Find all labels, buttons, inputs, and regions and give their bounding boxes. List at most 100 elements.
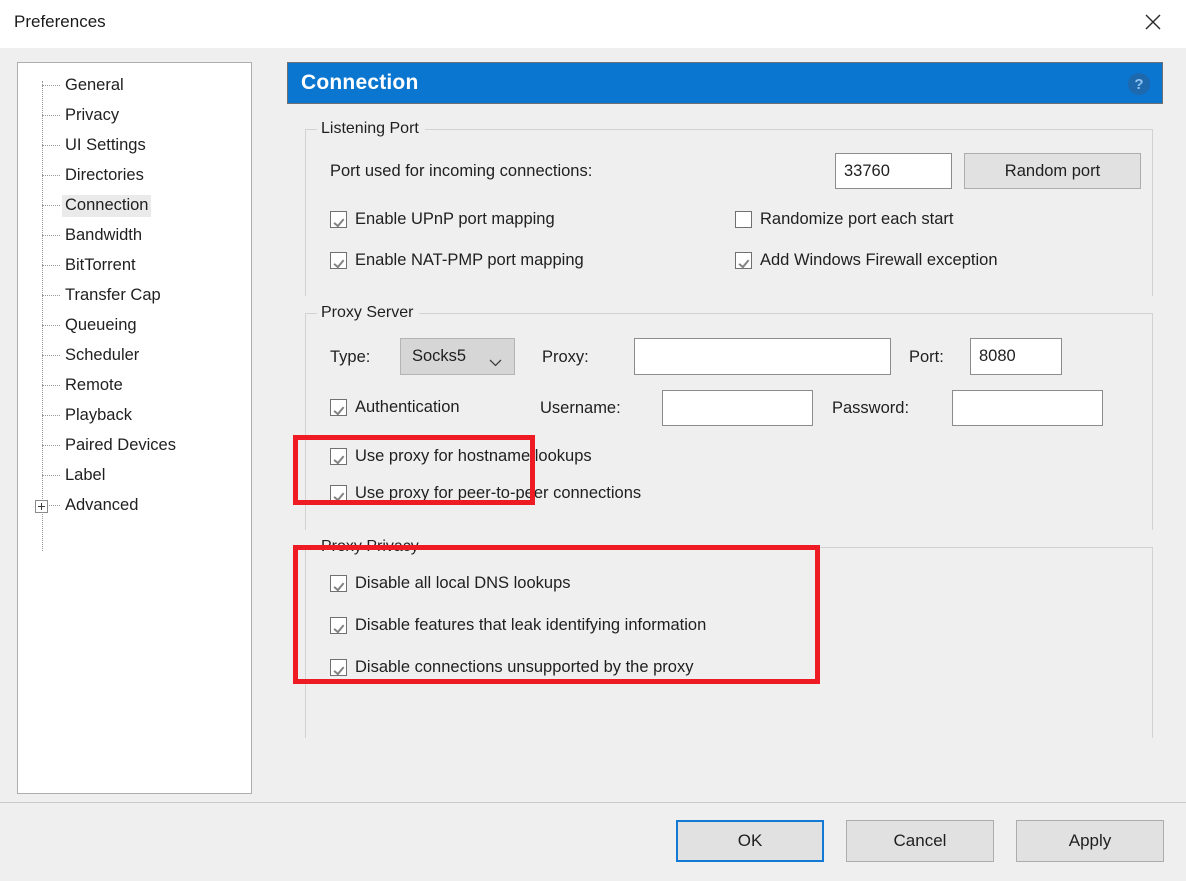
checkbox-proxy-p2p-connections[interactable]: Use proxy for peer-to-peer connections — [330, 484, 641, 503]
checkbox-box-icon — [330, 659, 347, 676]
close-button[interactable] — [1120, 0, 1186, 44]
checkbox-box-icon — [330, 399, 347, 416]
sidebar-item-bittorrent[interactable]: BitTorrent — [18, 251, 251, 281]
random-port-button[interactable]: Random port — [964, 153, 1141, 189]
checkbox-proxy-hostname-lookups[interactable]: Use proxy for hostname lookups — [330, 447, 592, 466]
checkbox-disable-local-dns[interactable]: Disable all local DNS lookups — [330, 574, 571, 593]
settings-pane: Connection ? Listening Port Port used fo… — [287, 62, 1163, 794]
sidebar-item-label: Connection — [62, 195, 152, 217]
checkbox-box-icon — [330, 575, 347, 592]
section-header: Connection ? — [287, 62, 1163, 104]
sidebar-item-general[interactable]: General — [18, 71, 251, 101]
checkbox-box-icon — [330, 211, 347, 228]
category-tree[interactable]: General Privacy UI Settings Directories … — [17, 62, 252, 794]
sidebar-item-label: Advanced — [65, 496, 139, 514]
checkbox-box-icon — [330, 617, 347, 634]
tree-branch-icon — [42, 295, 60, 297]
tree-branch-icon — [42, 385, 60, 387]
sidebar-item-label: Privacy — [65, 106, 120, 124]
sidebar-item-label: Transfer Cap — [65, 286, 161, 304]
sidebar-item-privacy[interactable]: Privacy — [18, 101, 251, 131]
password-input[interactable] — [952, 390, 1103, 426]
port-label: Port used for incoming connections: — [330, 162, 593, 180]
tree-branch-icon — [42, 235, 60, 237]
tree-branch-icon — [42, 355, 60, 357]
expand-plus-icon[interactable] — [35, 500, 48, 513]
checkbox-label: Add Windows Firewall exception — [760, 251, 998, 269]
tree-branch-icon — [42, 415, 60, 417]
proxy-privacy-legend: Proxy Privacy — [317, 538, 425, 556]
checkbox-box-icon — [330, 252, 347, 269]
checkbox-box-icon — [735, 211, 752, 228]
checkbox-label: Use proxy for peer-to-peer connections — [355, 484, 642, 502]
tree-branch-icon — [42, 175, 60, 177]
proxy-host-input[interactable] — [634, 338, 891, 375]
proxy-type-select[interactable]: Socks5 — [400, 338, 515, 375]
password-label: Password: — [832, 399, 910, 417]
sidebar-item-queueing[interactable]: Queueing — [18, 311, 251, 341]
listening-port-group: Listening Port Port used for incoming co… — [287, 120, 1163, 296]
checkbox-authentication[interactable]: Authentication — [330, 398, 460, 417]
sidebar-item-transfer-cap[interactable]: Transfer Cap — [18, 281, 251, 311]
help-circle-icon[interactable]: ? — [1128, 73, 1150, 95]
checkbox-enable-upnp[interactable]: Enable UPnP port mapping — [330, 210, 555, 229]
checkbox-disable-leaky-features[interactable]: Disable features that leak identifying i… — [330, 616, 706, 635]
apply-button[interactable]: Apply — [1016, 820, 1164, 862]
dialog-body: General Privacy UI Settings Directories … — [0, 48, 1186, 802]
proxy-server-group: Proxy Server Type: Socks5 Proxy: Port: 8… — [287, 304, 1163, 530]
sidebar-item-playback[interactable]: Playback — [18, 401, 251, 431]
username-label: Username: — [540, 399, 621, 417]
sidebar-item-advanced[interactable]: Advanced — [18, 491, 251, 521]
sidebar-item-scheduler[interactable]: Scheduler — [18, 341, 251, 371]
sidebar-item-bandwidth[interactable]: Bandwidth — [18, 221, 251, 251]
sidebar-item-label[interactable]: Label — [18, 461, 251, 491]
checkbox-label: Enable NAT-PMP port mapping — [355, 251, 584, 269]
preferences-dialog: Preferences General Privacy UI Settings … — [0, 0, 1186, 881]
sidebar-item-label: General — [65, 76, 124, 94]
checkbox-box-icon — [330, 448, 347, 465]
tree-branch-icon — [42, 325, 60, 327]
checkbox-label: Disable features that leak identifying i… — [355, 616, 707, 634]
sidebar-item-label: Directories — [65, 166, 144, 184]
checkbox-randomize-port[interactable]: Randomize port each start — [735, 210, 954, 229]
sidebar-item-remote[interactable]: Remote — [18, 371, 251, 401]
sidebar-item-ui-settings[interactable]: UI Settings — [18, 131, 251, 161]
proxy-privacy-group: Proxy Privacy Disable all local DNS look… — [287, 538, 1163, 738]
checkbox-box-icon — [330, 485, 347, 502]
checkbox-firewall-exception[interactable]: Add Windows Firewall exception — [735, 251, 998, 270]
sidebar-item-label: UI Settings — [65, 136, 146, 154]
checkbox-label: Disable connections unsupported by the p… — [355, 658, 694, 676]
checkbox-label: Randomize port each start — [760, 210, 954, 228]
sidebar-item-label: Playback — [65, 406, 132, 424]
checkbox-enable-natpmp[interactable]: Enable NAT-PMP port mapping — [330, 251, 584, 270]
checkbox-label: Disable all local DNS lookups — [355, 574, 571, 592]
proxy-port-input[interactable] — [970, 338, 1062, 375]
tree-branch-icon — [42, 115, 60, 117]
ok-button[interactable]: OK — [676, 820, 824, 862]
sidebar-item-directories[interactable]: Directories — [18, 161, 251, 191]
sidebar-item-label: Paired Devices — [65, 436, 176, 454]
sidebar-item-label: Queueing — [65, 316, 137, 334]
checkbox-disable-unsupported-connections[interactable]: Disable connections unsupported by the p… — [330, 658, 693, 677]
sidebar-item-label: Label — [65, 466, 106, 484]
sidebar-item-label: BitTorrent — [65, 256, 136, 274]
checkbox-label: Use proxy for hostname lookups — [355, 447, 592, 465]
tree-branch-icon — [42, 85, 60, 87]
tree-branch-icon — [42, 205, 60, 207]
sidebar-item-label: Bandwidth — [65, 226, 143, 244]
proxy-host-label: Proxy: — [542, 348, 589, 366]
title-bar: Preferences — [0, 0, 1186, 48]
checkbox-box-icon — [735, 252, 752, 269]
sidebar-item-paired-devices[interactable]: Paired Devices — [18, 431, 251, 461]
checkbox-label: Enable UPnP port mapping — [355, 210, 555, 228]
sidebar-item-connection[interactable]: Connection — [18, 191, 251, 221]
cancel-button[interactable]: Cancel — [846, 820, 994, 862]
dialog-footer: OK Cancel Apply — [0, 802, 1186, 881]
proxy-type-value: Socks5 — [412, 347, 467, 365]
listening-port-input[interactable] — [835, 153, 952, 189]
chevron-down-icon — [489, 354, 502, 372]
username-input[interactable] — [662, 390, 813, 426]
listening-port-legend: Listening Port — [317, 120, 425, 138]
tree-branch-icon — [42, 445, 60, 447]
footer-button-group: OK Cancel Apply — [676, 820, 1164, 862]
